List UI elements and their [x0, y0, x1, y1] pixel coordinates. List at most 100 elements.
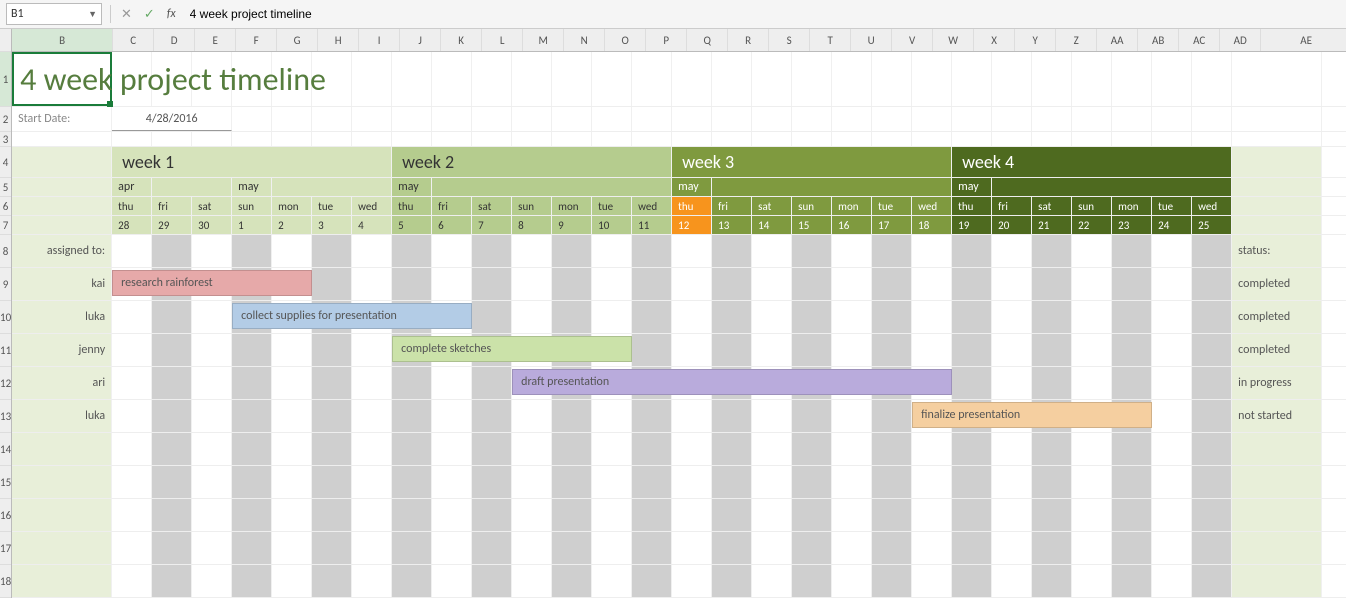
cell[interactable] [792, 107, 832, 131]
cell[interactable] [992, 466, 1032, 498]
cell[interactable] [112, 301, 152, 333]
cell[interactable] [152, 466, 192, 498]
cell[interactable] [872, 334, 912, 366]
cell[interactable] [512, 268, 552, 300]
cell[interactable] [112, 235, 152, 267]
cell[interactable] [552, 235, 592, 267]
cell[interactable] [112, 466, 152, 498]
cell[interactable] [432, 565, 472, 597]
cell[interactable] [992, 499, 1032, 531]
cell[interactable] [312, 132, 352, 146]
cell[interactable] [672, 132, 712, 146]
cell[interactable] [552, 466, 592, 498]
cell[interactable] [1192, 466, 1232, 498]
cell[interactable] [1192, 499, 1232, 531]
cell[interactable] [992, 334, 1032, 366]
cell[interactable] [952, 268, 992, 300]
column-header[interactable]: C [113, 29, 154, 51]
row-header[interactable]: 9 [0, 268, 11, 301]
cell[interactable] [952, 565, 992, 597]
cell[interactable] [472, 367, 512, 399]
cell[interactable] [152, 532, 192, 564]
cell[interactable] [552, 52, 592, 106]
cell[interactable] [192, 301, 232, 333]
cell[interactable] [272, 565, 312, 597]
cell[interactable] [1112, 52, 1152, 106]
cell[interactable] [1112, 107, 1152, 131]
cell[interactable] [272, 107, 312, 131]
cell[interactable] [872, 301, 912, 333]
cell[interactable] [352, 532, 392, 564]
cell[interactable] [352, 107, 392, 131]
cell[interactable] [632, 565, 672, 597]
cell[interactable] [392, 268, 432, 300]
cell[interactable] [672, 301, 712, 333]
cell[interactable] [992, 433, 1032, 465]
row-header[interactable]: 5 [0, 178, 11, 197]
column-header[interactable]: B [12, 29, 113, 51]
cell[interactable] [192, 367, 232, 399]
cell[interactable] [872, 466, 912, 498]
cell[interactable] [392, 400, 432, 432]
cell[interactable] [592, 499, 632, 531]
cell[interactable] [192, 532, 232, 564]
cell[interactable] [752, 268, 792, 300]
cell[interactable] [312, 466, 352, 498]
row-header[interactable]: 8 [0, 235, 11, 268]
cell[interactable] [912, 132, 952, 146]
cell[interactable] [832, 466, 872, 498]
cell[interactable] [792, 132, 832, 146]
cell[interactable] [912, 235, 952, 267]
cell[interactable] [1032, 107, 1072, 131]
cell[interactable] [832, 433, 872, 465]
cell[interactable] [1232, 499, 1322, 531]
cell[interactable] [792, 334, 832, 366]
cell[interactable] [752, 400, 792, 432]
cell[interactable] [672, 334, 712, 366]
cell[interactable] [1072, 235, 1112, 267]
cell[interactable] [1112, 268, 1152, 300]
cell[interactable] [1032, 52, 1072, 106]
cell[interactable] [232, 499, 272, 531]
cell[interactable] [1032, 334, 1072, 366]
row-header[interactable]: 11 [0, 334, 11, 367]
cell[interactable] [192, 132, 232, 146]
cell[interactable] [112, 367, 152, 399]
cell[interactable] [592, 268, 632, 300]
cell[interactable] [552, 268, 592, 300]
cell[interactable] [232, 532, 272, 564]
cell[interactable] [712, 132, 752, 146]
cell[interactable] [472, 301, 512, 333]
cell[interactable] [712, 268, 752, 300]
column-header[interactable]: D [154, 29, 195, 51]
cell[interactable] [832, 499, 872, 531]
column-header[interactable]: U [851, 29, 892, 51]
cell[interactable] [152, 433, 192, 465]
cell[interactable] [1032, 235, 1072, 267]
cell[interactable] [232, 466, 272, 498]
cell[interactable] [1032, 466, 1072, 498]
cell[interactable] [592, 132, 632, 146]
cell[interactable] [1032, 532, 1072, 564]
cell[interactable] [832, 400, 872, 432]
cell[interactable] [512, 565, 552, 597]
cell[interactable] [1192, 268, 1232, 300]
cell[interactable] [872, 235, 912, 267]
cell[interactable] [752, 52, 792, 106]
cell[interactable] [752, 466, 792, 498]
cell[interactable] [392, 235, 432, 267]
cell[interactable] [512, 132, 552, 146]
cell[interactable] [632, 334, 672, 366]
cell[interactable] [592, 565, 632, 597]
cell[interactable] [592, 400, 632, 432]
cell[interactable] [352, 235, 392, 267]
cell[interactable] [432, 400, 472, 432]
cell[interactable] [552, 132, 592, 146]
cell[interactable] [792, 466, 832, 498]
cell[interactable] [392, 107, 432, 131]
cell[interactable] [432, 466, 472, 498]
cell[interactable] [152, 367, 192, 399]
cell[interactable] [1152, 268, 1192, 300]
column-header[interactable]: R [728, 29, 769, 51]
cell[interactable] [1112, 532, 1152, 564]
